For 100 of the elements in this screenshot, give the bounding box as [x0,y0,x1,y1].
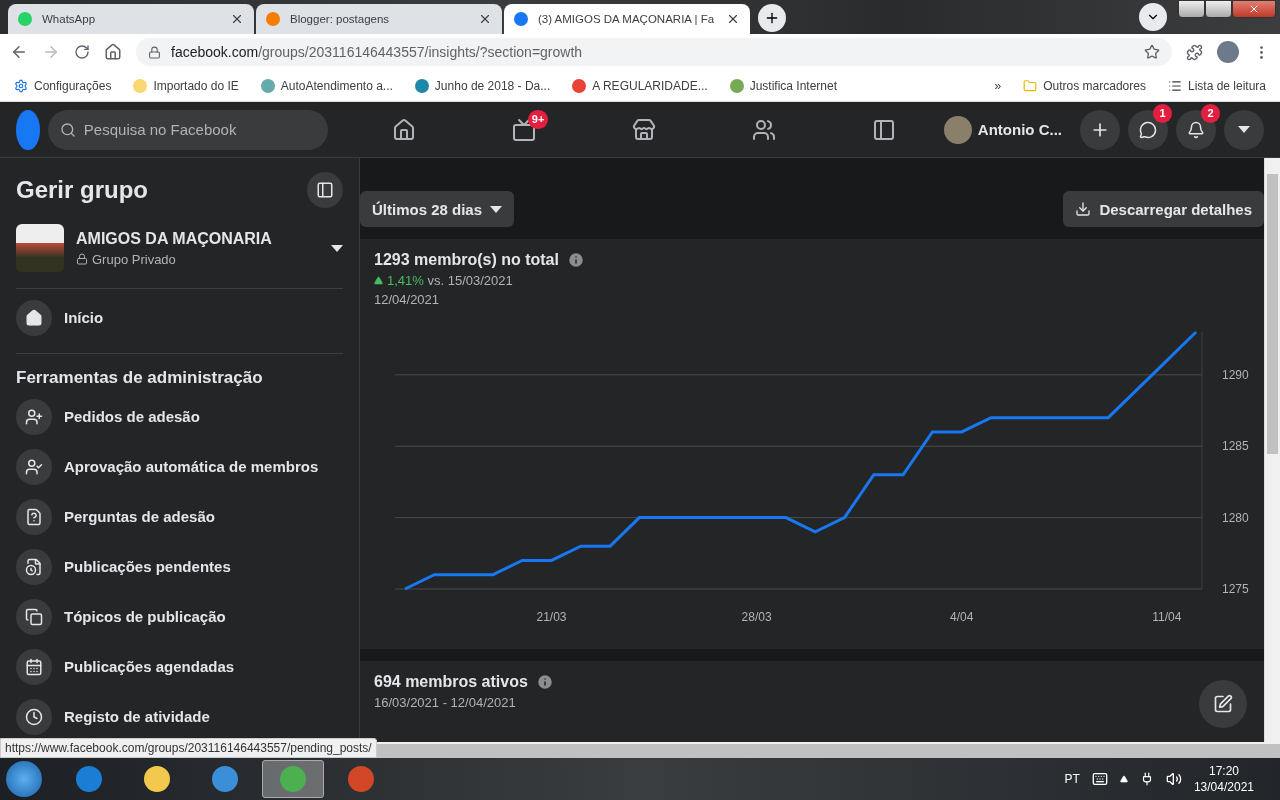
notification-badge: 2 [1201,103,1220,123]
logo[interactable] [16,109,40,150]
caret-icon [490,205,503,213]
sidebar-item[interactable]: Tópicos de publicação [16,591,343,642]
minimize-button[interactable] [1178,0,1205,18]
plus-icon [764,10,780,26]
volume-icon[interactable] [1165,771,1182,787]
sidebar-item[interactable]: Aprovação automática de membros [16,441,343,492]
start-button[interactable] [6,761,42,797]
clock-icon [16,698,52,735]
x-axis-label: 21/03 [536,610,567,624]
chat-bubble-icon [1139,120,1157,139]
notification-badge: 1 [1153,103,1172,123]
messenger-button[interactable] [1128,109,1168,150]
notification-badge: 9+ [527,109,549,129]
site-icon [266,12,280,26]
bookmark[interactable]: AutoAtendimento a... [260,78,393,93]
account-menu-button[interactable] [1224,109,1264,150]
sidebar-item[interactable]: Pedidos de adesão [16,391,343,442]
address-bar[interactable]: facebook.com/groups/203116146443557/insights/?section=growth [136,38,1172,66]
nav-tab[interactable]: 9+ [463,101,584,158]
avatar[interactable] [1217,41,1239,63]
edit-icon [1213,694,1233,714]
group-icon [751,117,776,142]
close-icon[interactable] [230,12,244,26]
group-name[interactable]: AMIGOS DA MAÇONARIA [76,229,319,248]
bookmark[interactable]: Justifica Internet [729,78,838,93]
person-check-icon [16,448,52,485]
avatar [943,115,972,144]
sidebar-item[interactable]: Perguntas de adesão [16,491,343,542]
keyboard-icon[interactable] [1091,771,1108,787]
search-field[interactable]: Pesquisa no Facebook [47,109,328,150]
create-button[interactable] [1080,109,1120,150]
bookmark[interactable]: A REGULARIDADE... [572,78,708,93]
info-icon[interactable] [566,251,585,269]
scrollbar[interactable] [1264,158,1280,742]
tab-search-button[interactable] [1139,3,1167,31]
search-icon [59,121,76,138]
info-icon[interactable] [535,673,554,691]
x-axis-label: 11/04 [1152,610,1182,624]
site-icon [572,78,587,93]
sidebar-item[interactable]: Publicações agendadas [16,641,343,692]
card-date: 12/04/2021 [374,292,440,307]
status-tooltip: https://www.facebook.com/groups/203116146443557/pending_posts/ [0,738,377,758]
site-icon [133,78,148,93]
site-icon [18,12,32,26]
restore-button[interactable] [1205,0,1232,18]
bookmark-folder[interactable]: Outros marcadores [1023,78,1146,93]
sidebar-title: Gerir grupo [16,176,148,204]
list-icon [1167,78,1182,93]
back-icon[interactable] [10,43,28,61]
lock-icon [76,253,88,265]
caret-icon[interactable] [331,244,343,252]
home-icon [391,117,416,142]
site-icon [729,78,744,93]
gear-icon [14,78,28,93]
browser-tab[interactable]: WhatsApp [8,4,254,34]
y-axis-label: 1275 [1222,582,1249,596]
clock[interactable]: 17:20 13/04/2021 [1193,763,1254,795]
collapse-sidebar-button[interactable] [307,172,343,208]
site-icon [514,12,528,26]
person-plus-icon [16,398,52,435]
card-date: 16/03/2021 - 12/04/2021 [374,695,516,710]
panel-icon [316,181,334,199]
bell-icon [1187,120,1205,139]
card-title: 694 membros ativos [374,673,528,691]
language-indicator[interactable]: PT [1064,772,1080,786]
close-button[interactable] [1232,0,1276,18]
download-button[interactable]: Descarregar detalhes [1063,191,1264,227]
card-title: 1293 membro(s) no total [374,251,559,269]
close-icon [1248,3,1260,15]
sidebar-item[interactable]: Início [16,289,343,347]
reload-icon[interactable] [74,44,90,60]
sidebar-item[interactable]: Publicações pendentes [16,541,343,592]
y-axis-label: 1285 [1222,439,1249,454]
y-axis-label: 1280 [1222,510,1249,525]
group-privacy: Grupo Privado [92,251,176,267]
up-arrow-icon [374,276,383,285]
star-icon[interactable] [1144,44,1160,60]
home-icon[interactable] [104,43,122,61]
new-tab-button[interactable] [758,4,786,32]
reading-list-button[interactable]: Lista de leitura [1167,78,1266,93]
browser-tab[interactable]: (3) AMIGOS DA MAÇONARIA | Fa [504,4,750,34]
bookmark[interactable]: Configurações [14,78,112,93]
more-bookmarks-button[interactable]: » [994,78,1002,93]
caret-icon[interactable] [1119,775,1128,783]
x-axis-label: 28/03 [741,610,772,624]
extensions-icon[interactable] [1186,43,1203,61]
x-axis-label: 4/04 [950,610,974,624]
calendar-icon [16,648,52,685]
close-icon[interactable] [478,12,492,26]
notifications-button[interactable] [1176,109,1216,150]
caret-icon [1238,126,1250,133]
bookmark[interactable]: Junho de 2018 - Da... [414,78,551,93]
profile-link[interactable]: Antonio C... [943,115,1062,144]
browser-tab[interactable]: Blogger: postagens [256,4,502,34]
date-range-dropdown[interactable]: Últimos 28 dias [360,191,515,227]
bookmark[interactable]: Importado do IE [133,78,239,93]
growth-change: 1,41% vs. 15/03/2021 [387,273,513,288]
close-icon[interactable] [726,12,740,26]
